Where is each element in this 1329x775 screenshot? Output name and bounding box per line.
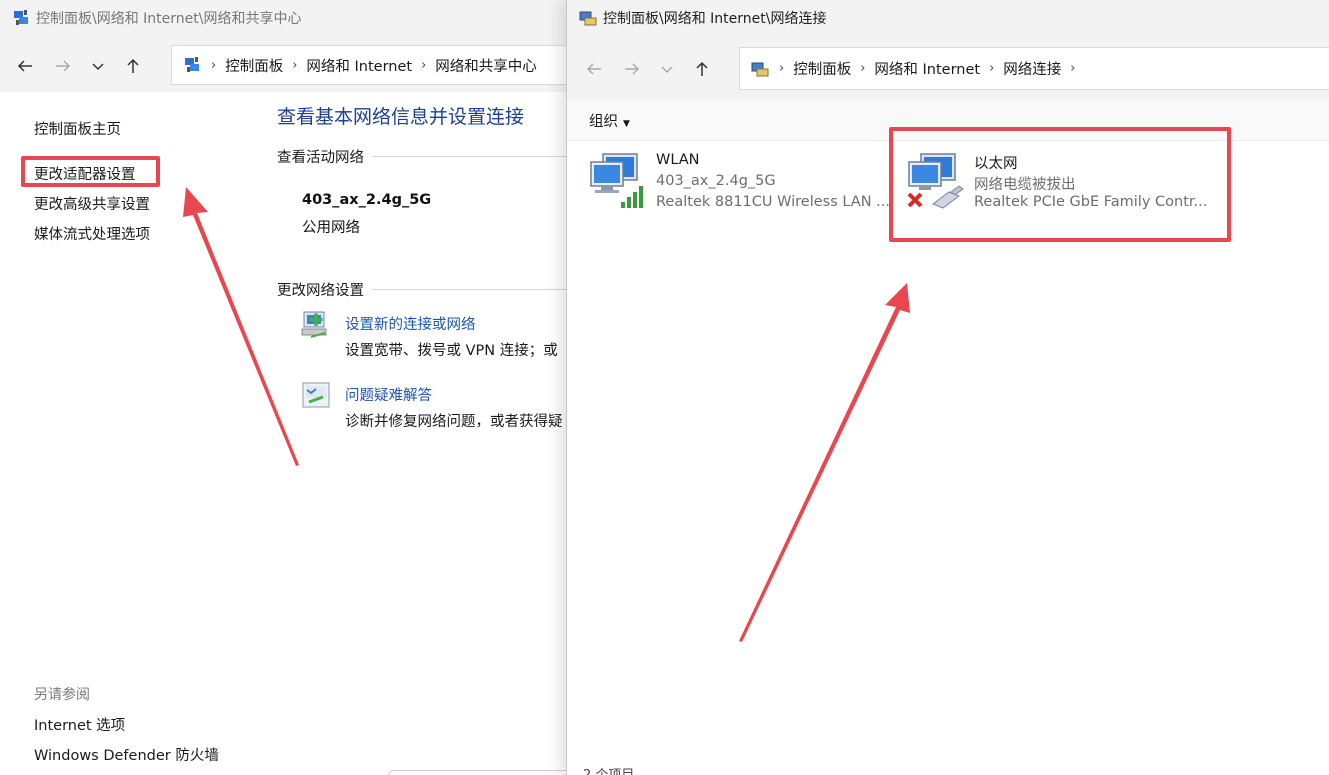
up-button[interactable] [114,48,152,84]
change-settings-heading-text: 更改网络设置 [277,283,364,299]
content-area: 控制面板主页 更改适配器设置 更改高级共享设置 媒体流式处理选项 另请参阅 In… [0,92,570,775]
setup-new-connection-desc: 设置宽带、拨号或 VPN 连接；或 [345,343,558,359]
active-networks-heading-text: 查看活动网络 [277,150,364,166]
troubleshoot-desc: 诊断并修复网络问题，或者获得疑 [345,414,563,430]
breadcrumb-network-internet[interactable]: 网络和 Internet [874,58,980,79]
adapter-wlan[interactable]: WLAN 403_ax_2.4g_5G Realtek 8811CU Wirel… [589,150,891,218]
control-panel-icon [14,10,28,25]
setup-new-connection-link[interactable]: 设置新的连接或网络 [345,313,476,334]
arrow-right-icon [56,60,71,72]
arrow-left-icon [586,63,601,75]
left-pane: 控制面板主页 更改适配器设置 更改高级共享设置 媒体流式处理选项 另请参阅 In… [0,92,260,775]
media-streaming-options-link[interactable]: 媒体流式处理选项 [34,223,150,244]
recent-locations-button[interactable] [82,48,114,84]
breadcrumb-separator: › [779,61,785,76]
arrow-left-icon [17,60,32,72]
breadcrumb-separator: › [860,61,866,76]
breadcrumb-network-connections[interactable]: 网络连接 [1003,58,1061,79]
arrow-up-icon [127,58,139,73]
network-sharing-center-window: 控制面板\网络和 Internet\网络和共享中心 › 控制面板 › 网络和 I… [0,0,570,775]
breadcrumb-separator: › [211,57,217,73]
control-panel-home-link[interactable]: 控制面板主页 [34,118,121,139]
back-button[interactable] [575,51,613,87]
see-also-heading: 另请参阅 [34,687,90,703]
internet-options-link[interactable]: Internet 选项 [34,714,125,735]
control-panel-icon [185,57,199,72]
breadcrumb-network-internet[interactable]: 网络和 Internet [306,55,412,76]
adapter-device: Realtek 8811CU Wireless LAN ... [656,194,891,210]
change-settings-heading: 更改网络设置 [277,279,570,300]
chevron-down-icon [92,63,104,71]
troubleshoot-icon [302,382,330,408]
arrow-right-icon [625,63,640,75]
troubleshoot-link[interactable]: 问题疑难解答 [345,384,432,405]
breadcrumb-separator: › [989,61,995,76]
back-button[interactable] [6,48,44,84]
arrow-up-icon [696,61,708,76]
page-title: 查看基本网络信息并设置连接 [277,106,525,128]
breadcrumb-control-panel[interactable]: 控制面板 [225,55,283,76]
divider [372,156,570,157]
active-networks-heading: 查看活动网络 [277,146,570,167]
wifi-signal-icon [590,153,643,208]
adapter-status: 403_ax_2.4g_5G [656,173,776,189]
title-bar: 控制面板\网络和 Internet\网络和共享中心 [0,0,570,36]
network-connections-window: 控制面板\网络和 Internet\网络连接 › 控制面板 › 网络和 Inte… [566,0,1329,775]
forward-button[interactable] [44,48,82,84]
window-title: 控制面板\网络和 Internet\网络和共享中心 [36,11,302,27]
title-bar: 控制面板\网络和 Internet\网络连接 [567,0,1329,36]
chevron-down-icon [661,66,673,74]
divider [372,289,570,290]
forward-button[interactable] [613,51,651,87]
caret-down-icon: ▼ [623,119,630,129]
window-title: 控制面板\网络和 Internet\网络连接 [603,11,827,27]
active-network-name: 403_ax_2.4g_5G [302,192,432,208]
organize-menu-button[interactable]: 组织 ▼ [589,110,630,131]
item-count-status: 2 个项目 [583,764,634,775]
recent-locations-button[interactable] [651,51,683,87]
new-connection-icon [301,311,327,338]
annotation-highlight-ethernet [889,127,1231,242]
up-button[interactable] [683,51,721,87]
network-folder-icon [579,11,597,26]
address-bar[interactable]: › 控制面板 › 网络和 Internet › 网络连接 › [739,47,1329,90]
organize-label: 组织 [589,114,618,130]
breadcrumb-separator: › [1070,61,1076,76]
windows-defender-firewall-link[interactable]: Windows Defender 防火墙 [34,744,219,765]
active-network-type: 公用网络 [302,220,360,236]
breadcrumb-sharing-center[interactable]: 网络和共享中心 [435,55,537,76]
change-advanced-sharing-link[interactable]: 更改高级共享设置 [34,193,150,214]
address-bar[interactable]: › 控制面板 › 网络和 Internet › 网络和共享中心 [171,45,570,85]
adapter-name: WLAN [656,152,700,168]
annotation-highlight-adapter-settings [21,156,160,187]
breadcrumb-separator: › [421,57,427,73]
breadcrumb-control-panel[interactable]: 控制面板 [793,58,851,79]
breadcrumb-separator: › [292,57,298,73]
network-folder-icon [751,62,769,76]
